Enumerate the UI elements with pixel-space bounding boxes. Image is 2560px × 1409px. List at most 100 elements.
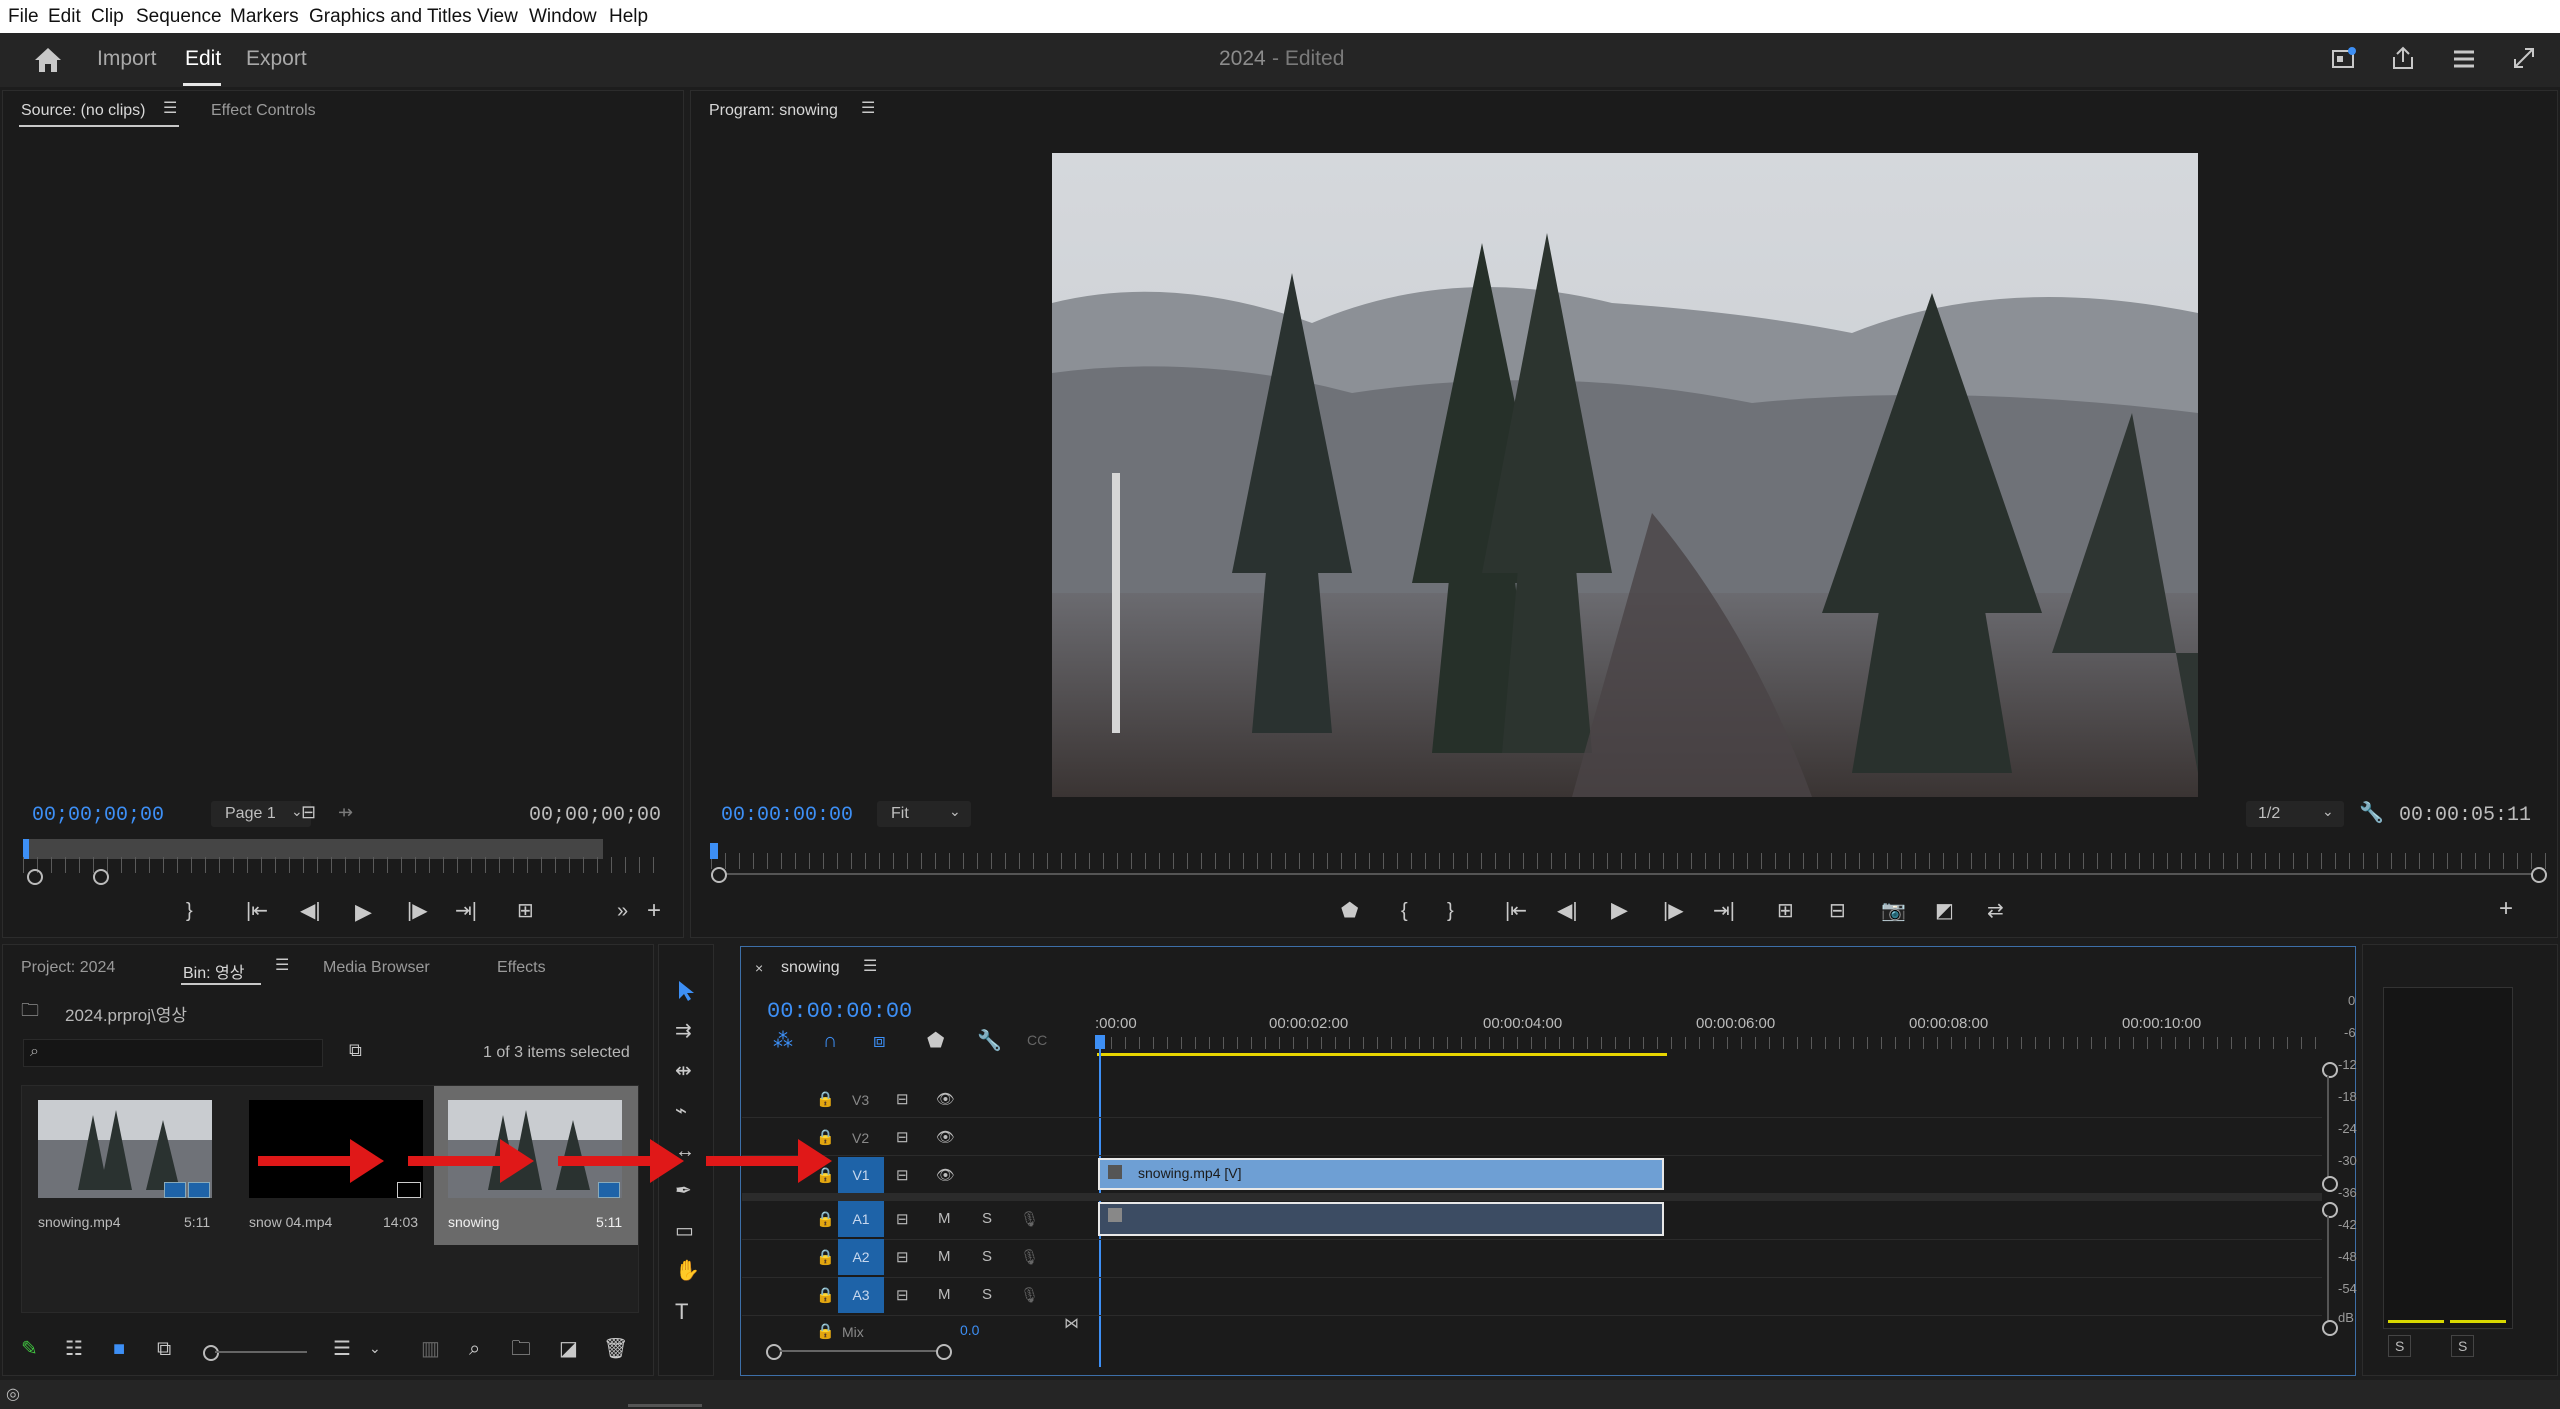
panel-menu-icon[interactable]: ☰ [163, 101, 177, 117]
wrench-icon[interactable]: 🔧 [977, 1031, 1002, 1051]
timeline-timecode[interactable]: 00:00:00:00 [767, 999, 912, 1024]
tab-export[interactable]: Export [246, 47, 307, 71]
mute-button[interactable]: M [938, 1248, 951, 1265]
captions-icon[interactable]: CC [1027, 1033, 1047, 1047]
step-back-icon[interactable]: ◀| [300, 901, 321, 921]
sync-lock-icon[interactable]: ⊟ [896, 1248, 909, 1266]
menu-clip[interactable]: Clip [91, 6, 124, 28]
nest-icon[interactable]: ⁂ [773, 1031, 793, 1051]
program-playhead[interactable] [710, 843, 718, 859]
pencil-icon[interactable]: ✎ [21, 1339, 38, 1359]
sync-lock-icon[interactable]: ⊟ [896, 1090, 909, 1108]
more-controls-icon[interactable]: » [617, 901, 628, 921]
zoom-handle-right[interactable] [2531, 867, 2547, 883]
voice-over-icon[interactable]: 🎙 [1020, 1248, 1039, 1266]
step-forward-icon[interactable]: |▶ [407, 901, 428, 921]
video-scroll-handle-top[interactable] [2322, 1062, 2338, 1078]
list-view-icon[interactable]: ☷ [65, 1339, 83, 1359]
add-marker-icon[interactable]: ⬟ [1341, 901, 1358, 921]
find-icon[interactable]: ⌕ [469, 1339, 480, 1359]
add-button-icon[interactable]: + [2499, 897, 2513, 921]
timeline-ruler[interactable] [1097, 1037, 2321, 1049]
rectangle-tool-icon[interactable]: ▭ [675, 1221, 694, 1241]
zoom-level-select[interactable]: Fit ⌄ [877, 801, 971, 827]
solo-button[interactable]: S [982, 1210, 992, 1227]
fullscreen-icon[interactable] [2511, 45, 2537, 71]
lock-icon[interactable]: 🔒 [816, 1210, 835, 1228]
page-select[interactable]: Page 1 ⌄ [211, 801, 311, 827]
tab-project[interactable]: Project: 2024 [21, 959, 115, 977]
close-icon[interactable]: × [755, 961, 763, 975]
go-to-out-icon[interactable]: ⇥| [1713, 901, 1735, 921]
program-zoom-bar[interactable] [713, 873, 2547, 875]
zoom-handle-left[interactable] [711, 867, 727, 883]
menu-file[interactable]: File [8, 6, 39, 28]
voice-over-icon[interactable]: 🎙 [1020, 1286, 1039, 1304]
step-back-icon[interactable]: ◀| [1557, 901, 1578, 921]
go-to-out-icon[interactable]: ⇥| [455, 901, 477, 921]
mark-in-icon[interactable]: { [1401, 901, 1408, 921]
type-tool-icon[interactable]: T [675, 1301, 688, 1323]
tab-effects[interactable]: Effects [497, 959, 546, 977]
program-time-ruler[interactable] [711, 853, 2551, 869]
panel-menu-icon[interactable]: ☰ [275, 958, 289, 974]
menu-view[interactable]: View [477, 6, 518, 28]
bin-item[interactable]: snowing.mp4 5:11 [22, 1086, 227, 1312]
menu-sequence[interactable]: Sequence [136, 6, 222, 28]
workspaces-icon[interactable] [2451, 47, 2477, 71]
freeform-view-icon[interactable]: ⧉ [157, 1339, 171, 1359]
video-clip[interactable]: snowing.mp4 [V] [1098, 1158, 1664, 1190]
add-button-icon[interactable]: + [647, 899, 661, 923]
play-icon[interactable]: ▶ [355, 901, 372, 923]
panel-menu-icon[interactable]: ☰ [863, 959, 877, 975]
proxy-toggle-icon[interactable]: ⇄ [1987, 901, 2004, 921]
zoom-slider[interactable] [215, 1351, 307, 1353]
eye-icon[interactable]: 👁 [936, 1090, 955, 1108]
drag-video-icon[interactable]: ⇸ [338, 803, 353, 821]
lift-icon[interactable]: ⊞ [1777, 901, 1794, 921]
lock-icon[interactable]: 🔒 [816, 1248, 835, 1266]
solo-right-button[interactable]: S [2451, 1335, 2475, 1357]
snap-icon[interactable]: ∩ [823, 1031, 837, 1051]
panel-menu-icon[interactable]: ☰ [861, 101, 875, 117]
camera-icon[interactable]: 📷 [1881, 901, 1906, 921]
search-input[interactable]: ⌕ [23, 1039, 323, 1067]
tab-import[interactable]: Import [97, 47, 157, 71]
creative-cloud-icon[interactable]: ◎ [6, 1384, 20, 1404]
tab-bin[interactable]: Bin: 영상 [183, 959, 244, 983]
mute-button[interactable]: M [938, 1286, 951, 1303]
track-select-tool-icon[interactable]: ⇉ [675, 1021, 692, 1041]
comparison-view-icon[interactable]: ◩ [1935, 901, 1954, 921]
go-to-in-icon[interactable]: |⇤ [246, 901, 268, 921]
bin-item[interactable]: snow 04.mp4 14:03 [227, 1086, 432, 1312]
solo-button[interactable]: S [982, 1286, 992, 1303]
trash-icon[interactable]: 🗑 [603, 1339, 628, 1359]
track-target-a3[interactable]: A3 [838, 1277, 884, 1313]
zoom-handle-left[interactable] [27, 869, 43, 885]
folder-up-icon[interactable]: 🗀 [21, 1001, 39, 1019]
video-scroll-handle-bottom[interactable] [2322, 1176, 2338, 1192]
eye-icon[interactable]: 👁 [936, 1128, 955, 1146]
tab-media-browser[interactable]: Media Browser [323, 959, 430, 977]
source-playhead[interactable] [23, 839, 29, 859]
menu-window[interactable]: Window [529, 6, 597, 28]
tab-source[interactable]: Source: (no clips) [21, 102, 146, 120]
new-item-icon[interactable]: ◪ [559, 1339, 578, 1359]
sync-lock-icon[interactable]: ⊟ [896, 1128, 909, 1146]
menu-markers[interactable]: Markers [230, 6, 299, 28]
mix-value[interactable]: 0.0 [960, 1322, 979, 1338]
audio-clip[interactable] [1098, 1202, 1664, 1236]
tab-sequence[interactable]: snowing [781, 959, 840, 977]
sync-lock-icon[interactable]: ⊟ [896, 1210, 909, 1228]
work-area-bar[interactable] [1097, 1053, 1667, 1056]
mark-out-icon[interactable]: } [186, 901, 193, 921]
sort-icon[interactable]: ☰ [333, 1339, 351, 1359]
settings-icon[interactable]: ⊟ [301, 803, 316, 821]
hand-tool-icon[interactable]: ✋ [675, 1261, 700, 1281]
audio-scroll-bar[interactable] [2327, 1216, 2329, 1322]
lock-icon[interactable]: 🔒 [816, 1090, 835, 1108]
extract-icon[interactable]: ⊟ [1829, 901, 1846, 921]
audio-scroll-handle-bottom[interactable] [2322, 1320, 2338, 1336]
zoom-handle-right[interactable] [93, 869, 109, 885]
mute-button[interactable]: M [938, 1210, 951, 1227]
